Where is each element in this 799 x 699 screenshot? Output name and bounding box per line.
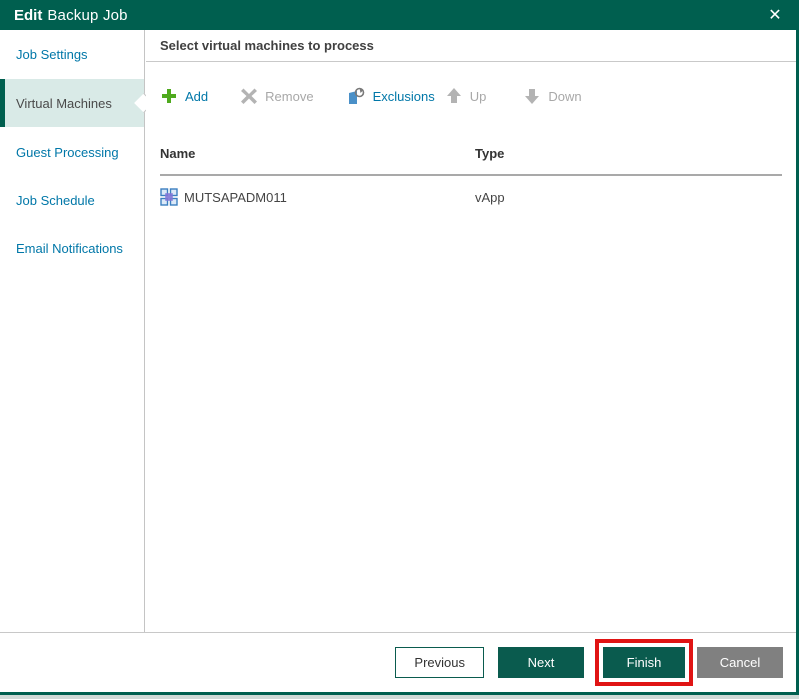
down-button[interactable]: Down: [523, 87, 581, 105]
sidebar-item-label: Guest Processing: [16, 145, 119, 160]
table-row[interactable]: MUTSAPADM011 vApp: [146, 176, 796, 218]
next-button[interactable]: Next: [498, 647, 584, 678]
exclusions-label: Exclusions: [373, 89, 435, 104]
sidebar-item-label: Email Notifications: [16, 241, 123, 256]
titlebar: Edit Backup Job ✕: [0, 0, 799, 30]
table-header: Name Type: [146, 140, 796, 166]
sidebar-item-job-settings[interactable]: Job Settings: [0, 30, 144, 78]
finish-button[interactable]: Finish: [603, 647, 685, 678]
column-header-type[interactable]: Type: [475, 146, 782, 161]
vm-toolbar: Add Remove Exclusions: [146, 70, 796, 122]
title-rest: Backup Job: [47, 7, 127, 24]
edit-backup-job-dialog: Edit Backup Job ✕ Job Settings Virtual M…: [0, 0, 799, 699]
wizard-sidebar: Job Settings Virtual Machines Guest Proc…: [0, 30, 145, 632]
down-label: Down: [548, 89, 581, 104]
title-bold: Edit: [14, 7, 42, 24]
sidebar-item-job-schedule[interactable]: Job Schedule: [0, 176, 144, 224]
exclusions-button[interactable]: Exclusions: [348, 87, 435, 105]
previous-button[interactable]: Previous: [395, 647, 484, 678]
exclusions-icon: [348, 87, 366, 105]
x-icon: [240, 87, 258, 105]
page-title: Select virtual machines to process: [146, 30, 796, 62]
cancel-button[interactable]: Cancel: [697, 647, 783, 678]
window-bottom-shadow: [0, 695, 799, 699]
arrow-down-icon: [523, 87, 541, 105]
sidebar-item-email-notifications[interactable]: Email Notifications: [0, 224, 144, 272]
sidebar-item-label: Virtual Machines: [16, 96, 112, 111]
remove-label: Remove: [265, 89, 313, 104]
annotation-highlight-box: Finish: [595, 639, 693, 686]
arrow-up-icon: [445, 87, 463, 105]
close-icon[interactable]: ✕: [763, 4, 787, 26]
sidebar-item-guest-processing[interactable]: Guest Processing: [0, 128, 144, 176]
content-panel: Select virtual machines to process Add R…: [146, 30, 796, 632]
sidebar-item-label: Job Schedule: [16, 193, 95, 208]
up-button[interactable]: Up: [445, 87, 487, 105]
sidebar-item-virtual-machines[interactable]: Virtual Machines: [0, 79, 144, 127]
vapp-icon: [160, 188, 178, 206]
footer: Previous Next Finish Cancel: [0, 633, 796, 692]
vm-type: vApp: [475, 190, 782, 205]
sidebar-item-label: Job Settings: [16, 47, 88, 62]
plus-icon: [160, 87, 178, 105]
vm-table: Name Type MUTSAPADM011: [146, 140, 796, 218]
column-header-name[interactable]: Name: [160, 146, 475, 161]
add-button[interactable]: Add: [160, 87, 208, 105]
add-label: Add: [185, 89, 208, 104]
up-label: Up: [470, 89, 487, 104]
vm-name: MUTSAPADM011: [184, 190, 287, 205]
remove-button[interactable]: Remove: [240, 87, 313, 105]
